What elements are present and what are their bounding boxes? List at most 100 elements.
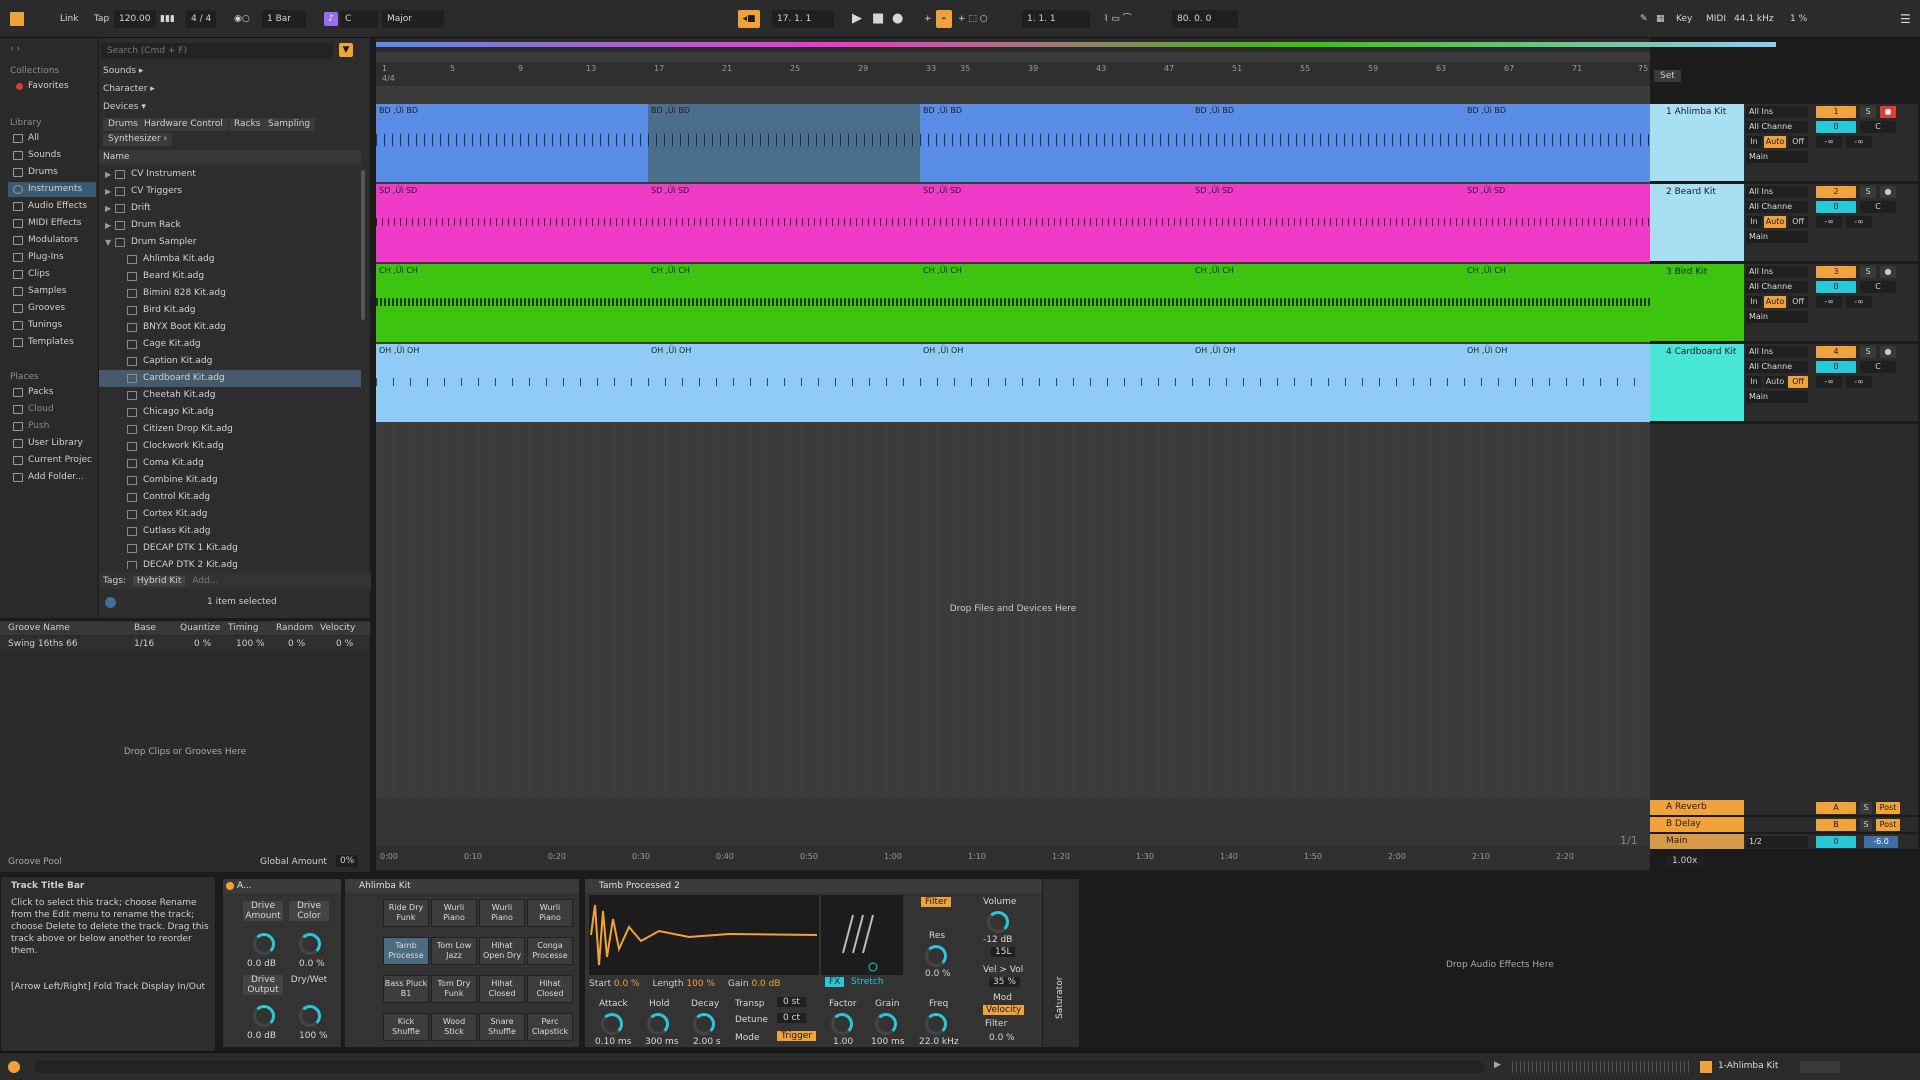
drum-pad[interactable]: Bass Pluck B1 [383, 975, 429, 1003]
input-channel-dropdown[interactable]: All Channe [1746, 281, 1808, 293]
stretch-dropdown[interactable]: Stretch [851, 977, 883, 987]
pencil-icon[interactable]: ✎ [1640, 10, 1648, 28]
track-number-button[interactable]: 3 [1816, 266, 1856, 278]
pan-field[interactable]: C [1860, 361, 1896, 373]
track-header-1[interactable]: 1 Ahlimba Kit All Ins All Channe In Auto… [1650, 104, 1918, 182]
track-header-4[interactable]: 4 Cardboard Kit All Ins All Channe In Au… [1650, 344, 1918, 422]
track-lane-1[interactable]: BD ,Üì BD BD ,Üì BD BD ,Üì BD BD ,Üì BD … [376, 104, 1650, 182]
track-lane-4[interactable]: OH ,Üì OH OH ,Üì OH OH ,Üì OH OH ,Üì OH … [376, 344, 1650, 422]
list-item[interactable]: ▼ Drum Sampler [99, 234, 361, 251]
sidebar-item-instruments[interactable]: Instruments [8, 182, 96, 197]
output-dropdown[interactable]: Main [1746, 151, 1808, 163]
fx-button[interactable]: FX [825, 977, 845, 987]
input-type-dropdown[interactable]: All Ins [1746, 106, 1808, 118]
list-item[interactable]: Chicago Kit.adg [99, 404, 361, 421]
sidebar-item-tunings[interactable]: Tunings [8, 318, 96, 333]
solo-button[interactable]: S [1860, 346, 1876, 358]
main-db[interactable]: -6.0 [1864, 836, 1898, 848]
solo-button[interactable]: S [1860, 266, 1876, 278]
chip-sampling[interactable]: Sampling [263, 118, 316, 131]
volume-field[interactable]: 0 [1816, 281, 1856, 293]
drive-amount-knob[interactable] [253, 933, 275, 955]
monitor-in-button[interactable]: In [1746, 376, 1762, 388]
draw-mode-icons[interactable]: ⌇ ▭ ⌒ [1104, 10, 1132, 28]
filter-devices[interactable]: Devices ▾ [103, 102, 146, 112]
main-routing[interactable]: 1/2 [1746, 836, 1808, 848]
loop-length-field[interactable]: 80. 0. 0 [1172, 10, 1238, 28]
hold-knob[interactable] [647, 1013, 669, 1035]
list-item[interactable]: Bird Kit.adg [99, 302, 361, 319]
list-item[interactable]: Clockwork Kit.adg [99, 438, 361, 455]
rack-title[interactable]: A... [223, 879, 341, 893]
key-map-button[interactable]: Key [1676, 10, 1692, 28]
monitor-off-button[interactable]: Off [1788, 216, 1808, 228]
punch-icons[interactable]: + ⬚ ○ [958, 10, 988, 28]
automation-arm-icon[interactable]: ⌁ [936, 10, 952, 28]
monitor-auto-button[interactable]: Auto [1764, 296, 1786, 308]
sidebar-item-audio-effects[interactable]: Audio Effects [8, 199, 96, 214]
scale-dropdown[interactable]: Major [382, 10, 444, 28]
drum-pad-selected[interactable]: Tamb Processe [383, 937, 429, 965]
drum-pad[interactable]: Wood Stick [431, 1013, 477, 1041]
drum-pad[interactable]: Ride Dry Funk [383, 899, 429, 927]
sidebar-item-add-folder[interactable]: Add Folder... [8, 470, 96, 485]
list-item[interactable]: Coma Kit.adg [99, 455, 361, 472]
list-item[interactable]: Cortex Kit.adg [99, 506, 361, 523]
chip-racks[interactable]: Racks [229, 118, 266, 131]
global-amount-field[interactable]: 0% [336, 855, 359, 867]
list-item[interactable]: ▶ Drift [99, 200, 361, 217]
return-track-a[interactable]: A Reverb A S Post [1650, 800, 1918, 816]
time-signature-field[interactable]: 4 / 4 [186, 10, 217, 28]
tag-chip[interactable]: Hybrid Kit [132, 576, 186, 586]
quantize-dropdown[interactable]: 1 Bar [262, 10, 306, 28]
return-letter[interactable]: A [1816, 802, 1856, 814]
list-item[interactable]: Bimini 828 Kit.adg [99, 285, 361, 302]
input-channel-dropdown[interactable]: All Channe [1746, 361, 1808, 373]
post-button[interactable]: Post [1876, 819, 1900, 831]
track-title[interactable]: 4 Cardboard Kit [1650, 344, 1744, 421]
saturator-panel[interactable]: Saturator [1042, 878, 1080, 1048]
groove-row-random[interactable]: 0 % [288, 639, 305, 649]
track-title[interactable]: 1 Ahlimba Kit [1650, 104, 1744, 181]
drive-output-knob[interactable] [253, 1005, 275, 1027]
chip-drums[interactable]: Drums [103, 118, 143, 131]
stop-button[interactable]: ■ [872, 10, 884, 28]
list-item[interactable]: Citizen Drop Kit.adg [99, 421, 361, 438]
sidebar-item-plug-ins[interactable]: Plug-Ins [8, 250, 96, 265]
drum-pad[interactable]: Snare Shuffle [479, 1013, 525, 1041]
overdub-icon[interactable]: + [924, 10, 932, 28]
sidebar-item-templates[interactable]: Templates [8, 335, 96, 350]
loop-start-field[interactable]: 1. 1. 1 [1022, 10, 1090, 28]
input-channel-dropdown[interactable]: All Channe [1746, 201, 1808, 213]
sidebar-item-samples[interactable]: Samples [8, 284, 96, 299]
back-icon[interactable]: ‹ › [10, 44, 20, 54]
list-item[interactable]: Ahlimba Kit.adg [99, 251, 361, 268]
list-item[interactable]: DECAP DTK 2 Kit.adg [99, 557, 361, 569]
track-number-button[interactable]: 1 [1816, 106, 1856, 118]
monitor-off-button[interactable]: Off [1788, 136, 1808, 148]
menu-icon[interactable]: ☰ [1900, 10, 1911, 28]
groove-row-velocity[interactable]: 0 % [336, 639, 353, 649]
warning-icon[interactable] [8, 1061, 20, 1073]
mode-button[interactable]: Trigger [777, 1031, 817, 1041]
list-item[interactable]: Combine Kit.adg [99, 472, 361, 489]
filter-sounds[interactable]: Sounds ▸ [103, 66, 143, 76]
volume-field[interactable]: 0 [1816, 201, 1856, 213]
monitor-off-button[interactable]: Off [1788, 376, 1808, 388]
solo-button[interactable]: S [1860, 819, 1872, 831]
monitor-in-button[interactable]: In [1746, 136, 1762, 148]
filter-toggle-icon[interactable]: ▼ [339, 43, 353, 57]
track-title[interactable]: 2 Beard Kit [1650, 184, 1744, 261]
sidebar-item-current-project[interactable]: Current Projec [8, 453, 96, 468]
list-item[interactable]: Caption Kit.adg [99, 353, 361, 370]
chip-synthesizer[interactable]: Synthesizer › [103, 133, 173, 146]
scroll-track[interactable] [34, 1061, 1484, 1073]
drive-color-knob[interactable] [299, 933, 321, 955]
volume-knob[interactable] [987, 911, 1009, 933]
track-lane-2[interactable]: SD ,Üì SD SD ,Üì SD SD ,Üì SD SD ,Üì SD … [376, 184, 1650, 262]
start-field[interactable]: 0.0 % [614, 979, 640, 989]
drum-pad[interactable]: Tom Low Jazz [431, 937, 477, 965]
monitor-off-button[interactable]: Off [1788, 296, 1808, 308]
list-item[interactable]: Cheetah Kit.adg [99, 387, 361, 404]
play-button[interactable]: ▶ [852, 10, 862, 28]
